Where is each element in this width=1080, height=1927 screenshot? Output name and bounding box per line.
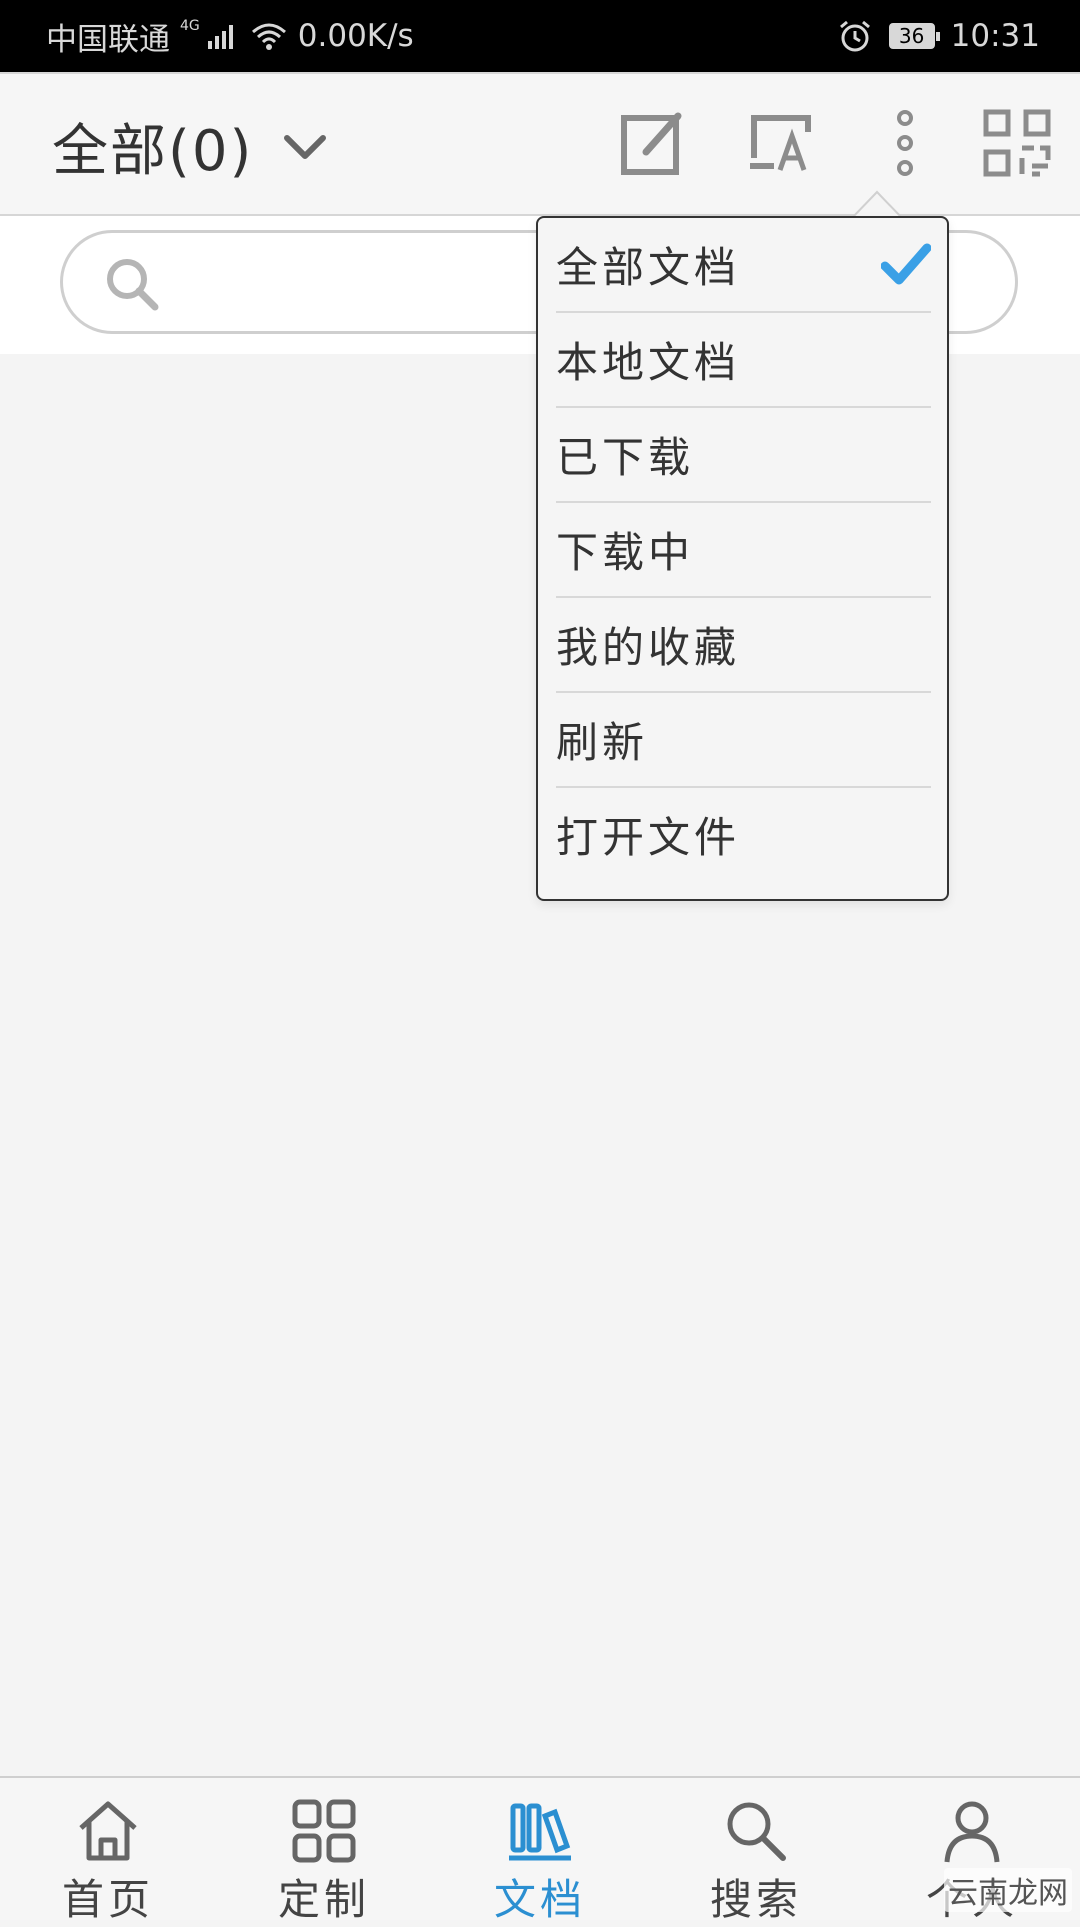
menu-item-label: 打开文件 xyxy=(556,813,741,862)
network-type: 4G xyxy=(180,18,200,34)
nav-home[interactable]: 首页 xyxy=(0,1778,216,1924)
page-title: 全部(0) xyxy=(52,119,254,184)
search-icon xyxy=(727,1802,786,1861)
nav-label: 定制 xyxy=(277,1875,370,1924)
menu-item-open-file[interactable]: 打开文件 xyxy=(556,788,931,881)
wifi-icon xyxy=(251,23,286,50)
battery-indicator: 36 xyxy=(888,23,940,49)
watermark-brand: 云南龙网 xyxy=(944,1868,1072,1912)
home-icon xyxy=(79,1801,137,1861)
nav-label: 首页 xyxy=(61,1875,154,1924)
nav-label: 搜索 xyxy=(709,1875,802,1924)
nav-search[interactable]: 搜索 xyxy=(648,1778,864,1924)
menu-item-favorites[interactable]: 我的收藏 xyxy=(556,598,931,693)
menu-item-all-docs[interactable]: 全部文档 xyxy=(556,218,931,313)
nav-docs[interactable]: 文档 xyxy=(432,1778,648,1924)
status-right: 36 10:31 xyxy=(837,18,1040,54)
menu-item-downloaded[interactable]: 已下载 xyxy=(556,408,931,503)
user-icon xyxy=(944,1801,1000,1863)
qr-code-icon[interactable] xyxy=(982,108,1052,178)
menu-item-local-docs[interactable]: 本地文档 xyxy=(556,313,931,408)
grid-icon xyxy=(292,1799,356,1863)
menu-item-refresh[interactable]: 刷新 xyxy=(556,693,931,788)
menu-pointer xyxy=(852,190,902,218)
signal-icon xyxy=(207,25,233,49)
menu-item-label: 全部文档 xyxy=(556,243,741,292)
menu-item-label: 我的收藏 xyxy=(556,623,741,672)
books-icon xyxy=(509,1803,571,1861)
filter-menu-list: 全部文档 本地文档 已下载 下载中 我的收藏 刷新 打开文件 xyxy=(538,218,947,881)
top-toolbar: 全部(0) xyxy=(0,72,1080,216)
menu-item-label: 已下载 xyxy=(556,433,695,482)
nav-label: 文档 xyxy=(493,1875,586,1924)
check-icon xyxy=(881,243,931,285)
more-vertical-icon[interactable] xyxy=(870,108,940,178)
screen-text-icon[interactable] xyxy=(744,108,814,178)
menu-item-label: 本地文档 xyxy=(556,338,741,387)
clock: 10:31 xyxy=(950,18,1040,54)
filter-dropdown[interactable]: 全部(0) xyxy=(52,106,327,187)
nav-custom[interactable]: 定制 xyxy=(216,1778,432,1924)
search-icon xyxy=(107,259,159,311)
bottom-nav: 首页 定制 文档 搜索 个人 xyxy=(0,1776,1080,1924)
edit-icon[interactable] xyxy=(618,108,688,178)
network-speed: 0.00K/s xyxy=(297,18,414,54)
status-left: 中国联通 4G 0.00K/s xyxy=(46,14,414,59)
filter-menu: 全部文档 本地文档 已下载 下载中 我的收藏 刷新 打开文件 xyxy=(536,216,949,901)
menu-item-downloading[interactable]: 下载中 xyxy=(556,503,931,598)
carrier-label: 中国联通 xyxy=(46,21,170,58)
alarm-icon xyxy=(839,20,870,52)
menu-item-label: 下载中 xyxy=(556,528,695,577)
menu-item-label: 刷新 xyxy=(556,718,649,767)
status-bar: 中国联通 4G 0.00K/s 36 10:31 xyxy=(0,0,1080,72)
chevron-down-icon xyxy=(284,134,327,159)
